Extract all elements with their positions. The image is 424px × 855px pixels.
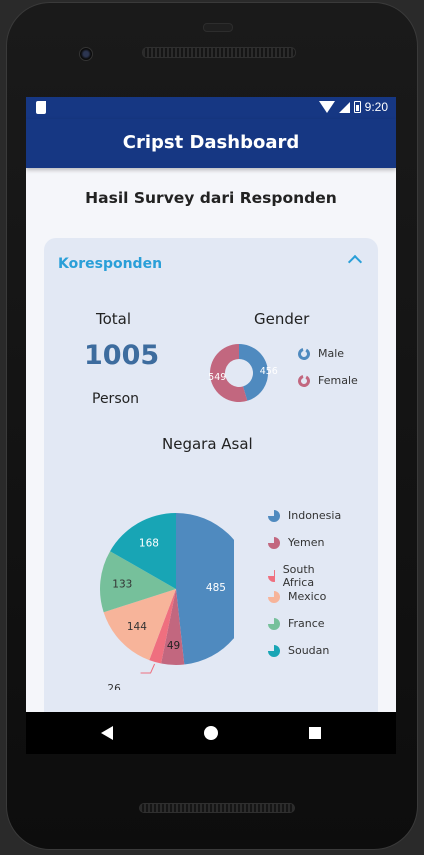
legend-item-south-africa: South Africa (268, 563, 320, 589)
wifi-icon (318, 101, 335, 113)
legend-label: Soudan (288, 644, 330, 657)
battery-icon (353, 101, 361, 113)
status-bar: 9:20 (26, 97, 396, 119)
total-label: Total (96, 310, 132, 328)
data-label-indonesia: 485 (206, 582, 226, 594)
back-icon[interactable] (101, 726, 113, 740)
donut-legend-icon (298, 374, 310, 387)
leader-line-south-africa (140, 663, 156, 674)
donut-legend-icon (298, 347, 310, 360)
app-title: Cripst Dashboard (122, 132, 300, 153)
legend-label: Indonesia (288, 509, 342, 522)
pie-legend-icon (268, 644, 280, 657)
legend-label: Mexico (288, 590, 327, 603)
total-unit: Person (92, 391, 140, 407)
pie-legend-icon (268, 570, 275, 582)
legend-item-france: France (268, 617, 325, 630)
home-icon[interactable] (204, 726, 218, 740)
legend-item-mexico: Mexico (268, 590, 326, 603)
data-label-france: 133 (112, 578, 132, 590)
data-label-soudan: 168 (139, 537, 159, 549)
data-label-female: 549 (208, 372, 226, 383)
page-title: Hasil Survey dari Responden (85, 189, 337, 207)
pie-legend-icon (268, 590, 280, 603)
data-label-male: 456 (260, 366, 278, 377)
front-camera (79, 47, 93, 61)
pie-legend-icon (268, 617, 280, 630)
data-label-south-africa: 26 (107, 683, 121, 690)
chevron-up-icon[interactable] (347, 254, 363, 270)
earpiece (203, 23, 233, 32)
country-pie-chart: 485 49 26 144 133 168 (100, 513, 234, 690)
pie-legend-icon (268, 509, 280, 522)
card-header-label[interactable]: Koresponden (58, 256, 162, 272)
recent-apps-icon[interactable] (309, 727, 321, 739)
app-screen: 9:20 Cripst Dashboard Hasil Survey dari … (26, 97, 396, 753)
speaker-grille-bottom (139, 803, 295, 813)
status-time: 9:20 (364, 100, 388, 114)
legend-item-yemen: Yemen (268, 536, 324, 549)
pie-legend-icon (268, 536, 280, 549)
sd-card-icon (36, 101, 46, 114)
data-label-yemen: 49 (167, 640, 180, 652)
data-label-mexico: 144 (127, 621, 147, 633)
legend-item-soudan: Soudan (268, 644, 329, 657)
koresponden-card: Koresponden Total 1005 Person Gender 456… (44, 238, 378, 753)
speaker-grille-top (142, 47, 296, 58)
legend-item-female: Female (298, 374, 358, 387)
legend-label: Yemen (288, 536, 325, 549)
country-chart-title: Negara Asal (162, 435, 253, 453)
gender-chart-title: Gender (254, 310, 310, 328)
total-value: 1005 (84, 340, 160, 371)
legend-item-male: Male (298, 347, 344, 360)
legend-label: Female (318, 374, 358, 387)
legend-item-indonesia: Indonesia (268, 509, 341, 522)
gender-donut-chart: 456 549 (208, 344, 278, 402)
legend-label: France (288, 617, 325, 630)
legend-label: South Africa (282, 563, 315, 589)
android-nav-bar (26, 712, 396, 754)
legend-label: Male (318, 347, 345, 360)
signal-icon (338, 101, 350, 113)
app-bar: Cripst Dashboard (26, 119, 396, 168)
